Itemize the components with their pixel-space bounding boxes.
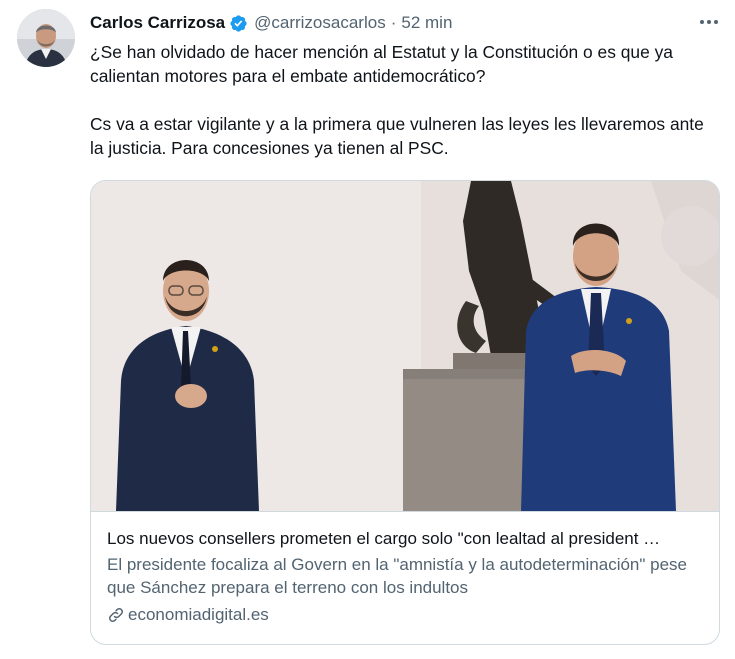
- tweet-header: Carlos Carrizosa @carrizosacarlos · 52 m…: [90, 12, 721, 34]
- verified-badge-icon: [230, 14, 247, 32]
- tweet-time[interactable]: 52 min: [401, 13, 452, 33]
- card-info[interactable]: Los nuevos consellers prometen el cargo …: [91, 511, 719, 644]
- card-description: El presidente focaliza al Govern en la "…: [107, 555, 688, 597]
- author-handle[interactable]: @carrizosacarlos: [254, 13, 386, 33]
- tweet-text: ¿Se han olvidado de hacer mención al Est…: [90, 40, 720, 160]
- link-card[interactable]: Los nuevos consellers prometen el cargo …: [90, 180, 720, 645]
- more-options-button[interactable]: [697, 12, 721, 32]
- avatar[interactable]: [17, 9, 75, 67]
- more-dots-icon: [700, 20, 718, 24]
- card-title[interactable]: Los nuevos consellers prometen el cargo …: [107, 528, 703, 550]
- card-domain-row[interactable]: economiadigital.es: [107, 605, 703, 625]
- link-icon: [109, 608, 123, 622]
- tweet-paragraph-2: Cs va a estar vigilante y a la primera q…: [90, 114, 704, 158]
- card-image[interactable]: [91, 181, 720, 511]
- avatar-photo: [17, 9, 75, 67]
- author-name[interactable]: Carlos Carrizosa: [90, 13, 225, 33]
- separator-dot: ·: [390, 13, 397, 32]
- card-domain: economiadigital.es: [128, 605, 269, 624]
- tweet-paragraph-1: ¿Se han olvidado de hacer mención al Est…: [90, 42, 673, 86]
